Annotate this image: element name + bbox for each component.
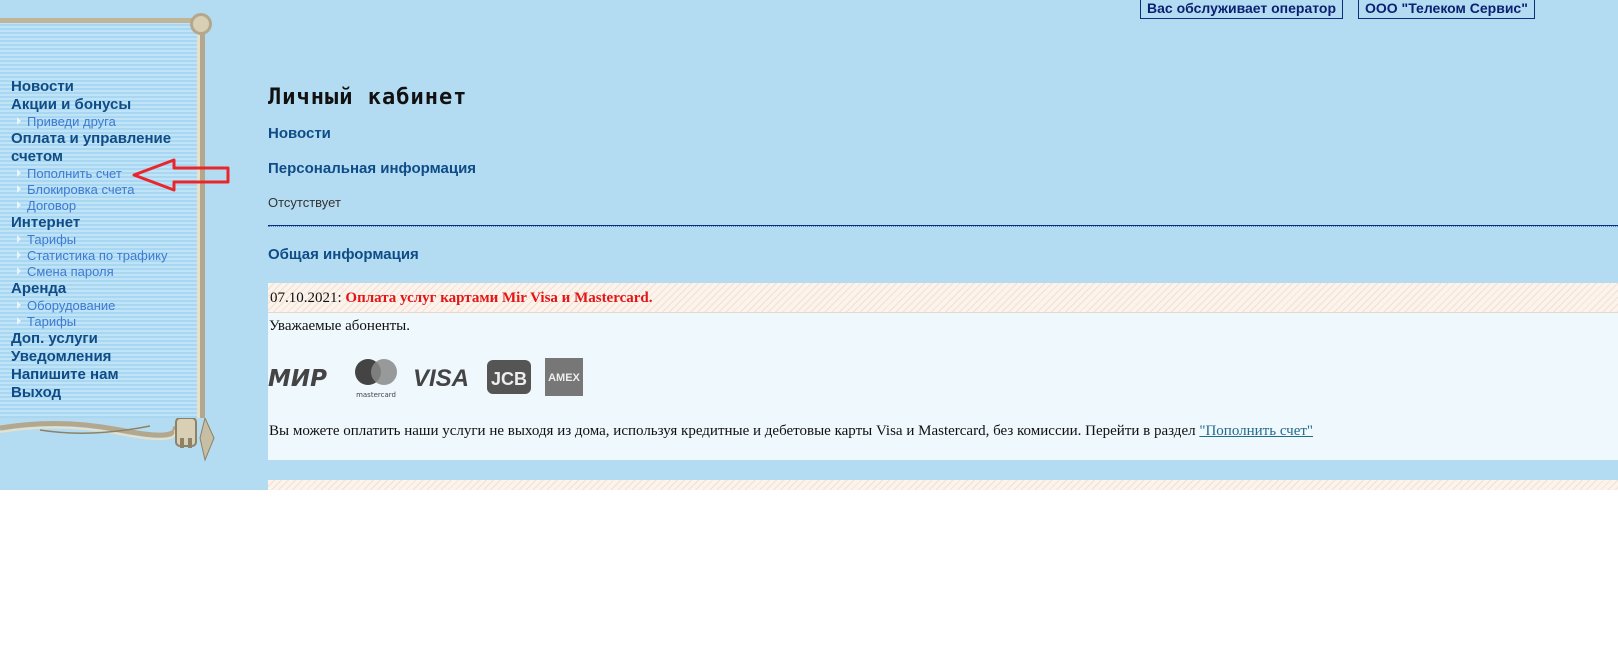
- news-body: Уважаемые абоненты. МИР mastercard VISA: [268, 313, 1618, 460]
- sidebar-item-logout[interactable]: Выход: [11, 384, 201, 402]
- news-item: 07.10.2021: Оплата услуг картами Mir Vis…: [268, 283, 1618, 460]
- sidebar-item-label: Статистика по трафику: [27, 248, 168, 263]
- bullet-icon: [17, 201, 21, 209]
- sidebar-item-label: Тарифы: [27, 314, 77, 329]
- sidebar-item-label: Договор: [27, 198, 77, 213]
- news-section-heading[interactable]: Новости: [268, 125, 331, 142]
- sidebar-item-equipment[interactable]: Оборудование: [11, 298, 201, 314]
- mastercard-text: mastercard: [356, 391, 396, 399]
- sidebar-item-rental[interactable]: Аренда: [11, 280, 201, 298]
- visa-card-text: VISA: [413, 365, 469, 392]
- topup-link[interactable]: "Пополнить счет": [1199, 423, 1313, 439]
- bullet-icon: [17, 251, 21, 259]
- news-item-next: [268, 480, 1618, 490]
- amex-card-icon: AMEX: [545, 358, 583, 396]
- news-text: Вы можете оплатить наши услуги не выходя…: [269, 423, 1313, 440]
- mastercard-icon: mastercard: [355, 359, 397, 399]
- sidebar-item-label: Приведи друга: [27, 114, 116, 129]
- sidebar-item-label: Смена пароля: [27, 264, 114, 279]
- sidebar-item-notifications[interactable]: Уведомления: [11, 348, 201, 366]
- sidebar-item-news[interactable]: Новости: [11, 78, 201, 96]
- bullet-icon: [17, 117, 21, 125]
- personal-info-value: Отсутствует: [268, 195, 341, 210]
- sidebar-item-label: Блокировка счета: [27, 182, 135, 197]
- sidebar-item-label: Пополнить счет: [27, 166, 122, 181]
- sidebar-nav: Новости Акции и бонусы Приведи друга Опл…: [11, 78, 201, 402]
- amex-card-text: AMEX: [548, 372, 580, 384]
- page-background: Вас обслуживает оператор ООО "Телеком Се…: [0, 0, 1618, 490]
- jcb-card-icon: JCB: [487, 360, 531, 394]
- sidebar-ornament-icon: [0, 418, 215, 462]
- red-arrow-icon: [132, 158, 230, 192]
- payment-cards: МИР mastercard VISA JCB AMEX: [268, 355, 598, 400]
- news-header: [268, 480, 1618, 490]
- news-date: 07.10.2021:: [270, 290, 342, 306]
- news-text-body: Вы можете оплатить наши услуги не выходя…: [269, 423, 1200, 439]
- news-header: 07.10.2021: Оплата услуг картами Mir Vis…: [268, 283, 1618, 313]
- sidebar-item-promotions[interactable]: Акции и бонусы: [11, 96, 201, 114]
- personal-info-heading: Персональная информация: [268, 160, 477, 177]
- visa-card-icon: VISA: [413, 365, 469, 392]
- section-divider: [268, 225, 1618, 227]
- sidebar-item-change-password[interactable]: Смена пароля: [11, 264, 201, 280]
- news-title: Оплата услуг картами Mir Visa и Masterca…: [345, 290, 653, 306]
- sidebar-item-internet-tariffs[interactable]: Тарифы: [11, 232, 201, 248]
- news-greeting: Уважаемые абоненты.: [269, 318, 411, 334]
- sidebar-item-label: Тарифы: [27, 232, 77, 247]
- sidebar-item-label: Оборудование: [27, 298, 116, 313]
- mir-card-text: МИР: [268, 366, 327, 392]
- sidebar-item-rental-tariffs[interactable]: Тарифы: [11, 314, 201, 330]
- sidebar-item-internet[interactable]: Интернет: [11, 214, 201, 232]
- sidebar-item-extra-services[interactable]: Доп. услуги: [11, 330, 201, 348]
- bullet-icon: [17, 169, 21, 177]
- mir-card-icon: МИР: [268, 366, 327, 392]
- bullet-icon: [17, 301, 21, 309]
- jcb-card-text: JCB: [491, 369, 527, 389]
- bullet-icon: [17, 267, 21, 275]
- bullet-icon: [17, 185, 21, 193]
- sidebar-item-write-us[interactable]: Напишите нам: [11, 366, 201, 384]
- bullet-icon: [17, 235, 21, 243]
- sidebar-item-traffic-stats[interactable]: Статистика по трафику: [11, 248, 201, 264]
- general-info-heading: Общая информация: [268, 246, 419, 263]
- main-content: Личный кабинет Новости Персональная инфо…: [268, 0, 1618, 490]
- sidebar-item-refer-friend[interactable]: Приведи друга: [11, 114, 201, 130]
- bullet-icon: [17, 317, 21, 325]
- sidebar-item-contract[interactable]: Договор: [11, 198, 201, 214]
- page-title: Личный кабинет: [268, 85, 468, 110]
